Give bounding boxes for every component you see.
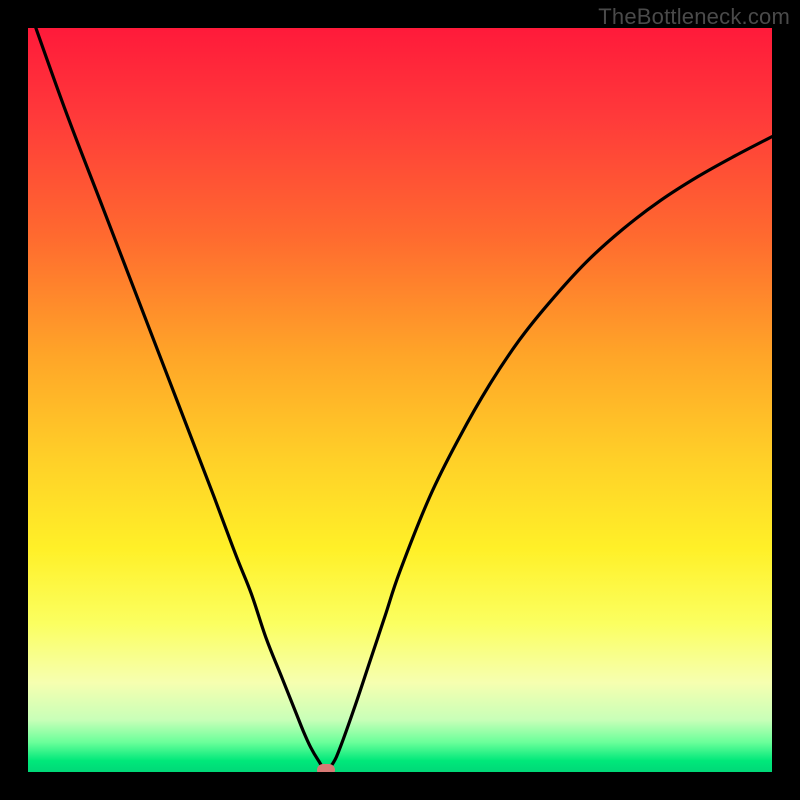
chart-frame: TheBottleneck.com — [0, 0, 800, 800]
min-point-marker — [317, 764, 335, 772]
plot-area — [28, 28, 772, 772]
bottleneck-curve — [28, 28, 772, 772]
watermark-text: TheBottleneck.com — [598, 4, 790, 30]
